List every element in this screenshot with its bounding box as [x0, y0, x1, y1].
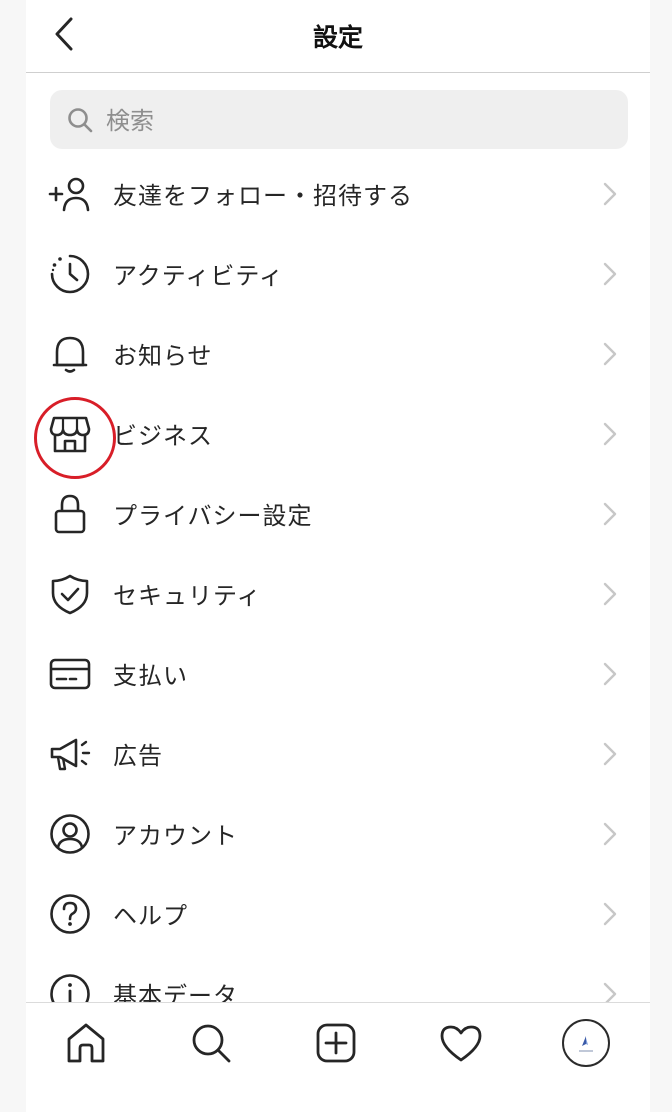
settings-item-activity[interactable]: アクティビティ: [26, 234, 650, 314]
settings-item-payments[interactable]: 支払い: [26, 634, 650, 714]
shop-icon: [48, 413, 92, 455]
chevron-right-icon: [603, 422, 617, 446]
settings-item-label: ビジネス: [113, 422, 213, 450]
bottom-tab-bar: [26, 1002, 650, 1112]
tab-home[interactable]: [60, 1017, 112, 1069]
chevron-right-icon: [603, 982, 617, 1002]
tab-search[interactable]: [185, 1017, 237, 1069]
search-icon: [192, 1024, 231, 1063]
settings-item-label: 基本データ: [113, 982, 238, 1002]
account-icon: [48, 813, 92, 855]
chevron-right-icon: [603, 262, 617, 286]
chevron-right-icon: [603, 582, 617, 606]
page-title: 設定: [312, 23, 363, 52]
settings-item-label: セキュリティ: [113, 582, 262, 610]
add-person-icon: [48, 173, 92, 215]
tab-activity[interactable]: [435, 1017, 487, 1069]
home-icon: [67, 1023, 105, 1063]
settings-item-help[interactable]: ヘルプ: [26, 874, 650, 954]
settings-item-label: アクティビティ: [113, 262, 284, 290]
settings-item-label: お知らせ: [113, 342, 213, 370]
lock-icon: [48, 493, 92, 535]
chevron-right-icon: [603, 822, 617, 846]
settings-item-notifications[interactable]: お知らせ: [26, 314, 650, 394]
settings-item-label: 友達をフォロー・招待する: [113, 182, 413, 210]
chevron-right-icon: [603, 742, 617, 766]
settings-item-follow-invite[interactable]: 友達をフォロー・招待する: [26, 154, 650, 234]
settings-item-label: 広告: [113, 742, 163, 770]
bell-icon: [48, 333, 92, 375]
chevron-right-icon: [603, 342, 617, 366]
megaphone-icon: [48, 733, 92, 775]
header: 設定: [26, 0, 650, 73]
avatar-logo-icon: [579, 1036, 593, 1052]
settings-item-label: ヘルプ: [113, 902, 188, 930]
settings-item-ads[interactable]: 広告: [26, 714, 650, 794]
profile-avatar: [562, 1019, 610, 1067]
settings-item-account[interactable]: アカウント: [26, 794, 650, 874]
settings-screen: 設定 友達をフォロー・招待する: [26, 0, 650, 1112]
search-input[interactable]: [104, 90, 608, 151]
settings-item-about[interactable]: 基本データ: [26, 954, 650, 1002]
chevron-right-icon: [603, 662, 617, 686]
search-bar[interactable]: [50, 90, 628, 151]
chevron-right-icon: [603, 182, 617, 206]
settings-item-label: プライバシー設定: [113, 502, 313, 530]
help-icon: [48, 893, 92, 935]
new-post-icon: [316, 1023, 356, 1063]
shield-icon: [48, 573, 92, 615]
chevron-right-icon: [603, 902, 617, 926]
activity-clock-icon: [48, 253, 92, 295]
heart-icon: [440, 1025, 482, 1062]
settings-item-privacy[interactable]: プライバシー設定: [26, 474, 650, 554]
tab-new-post[interactable]: [310, 1017, 362, 1069]
settings-item-security[interactable]: セキュリティ: [26, 554, 650, 634]
settings-item-business[interactable]: ビジネス: [26, 394, 650, 474]
credit-card-icon: [48, 653, 92, 695]
chevron-right-icon: [603, 502, 617, 526]
settings-list: 友達をフォロー・招待する アクティビティ お知らせ ビジネス プライバシー設定 …: [26, 154, 650, 1002]
tab-profile[interactable]: [560, 1017, 612, 1069]
search-icon: [68, 108, 93, 133]
info-icon: [48, 973, 92, 1002]
settings-item-label: 支払い: [113, 662, 188, 690]
settings-item-label: アカウント: [113, 822, 238, 850]
